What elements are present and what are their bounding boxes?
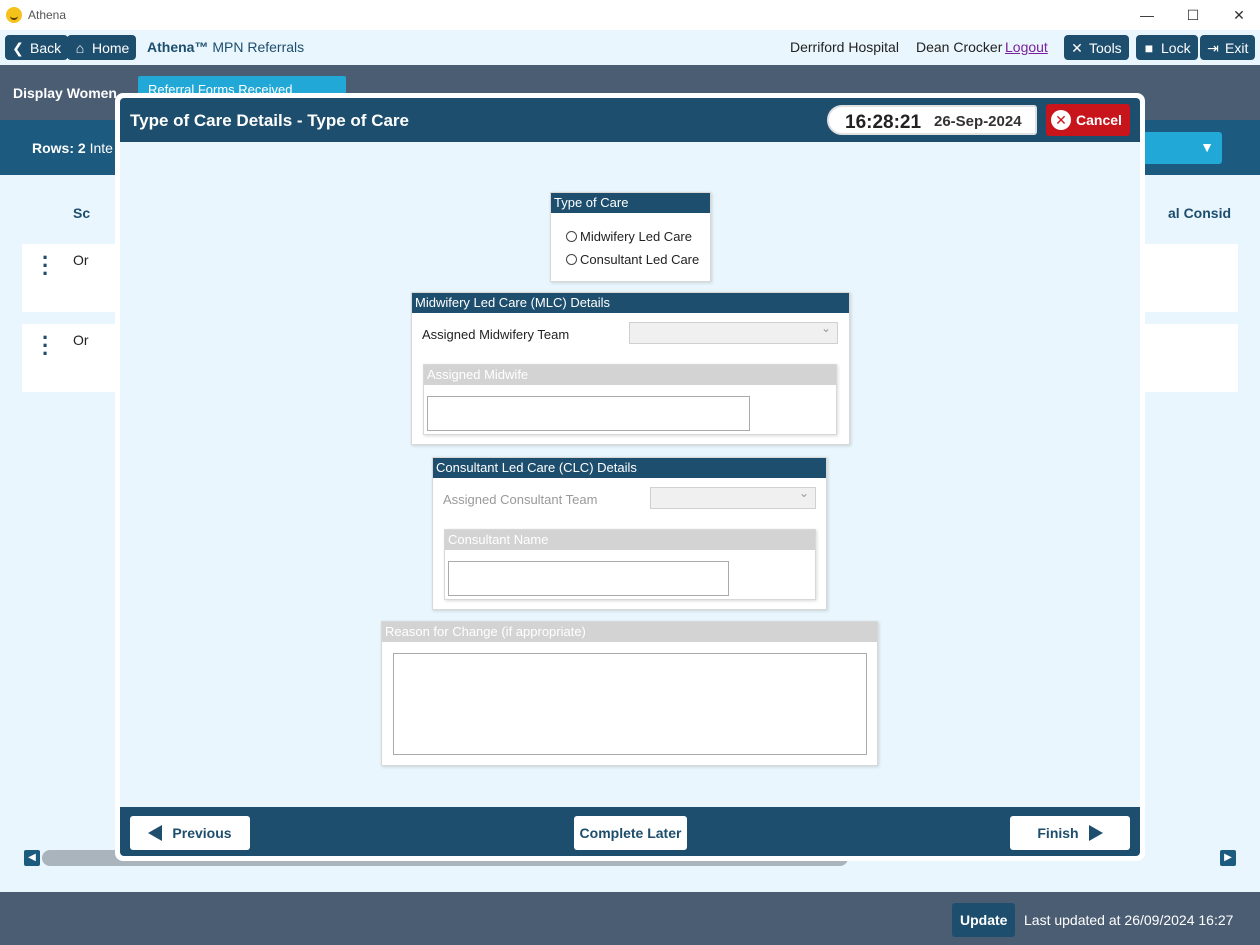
window-title: Athena <box>28 8 67 22</box>
midwifery-team-select[interactable] <box>629 321 838 344</box>
scroll-left-icon[interactable]: ◀ <box>24 850 40 866</box>
finish-label: Finish <box>1037 825 1079 841</box>
background-dropdown-right[interactable] <box>1140 132 1222 164</box>
consultant-name-panel: Consultant Name <box>444 529 816 600</box>
tools-button[interactable]: ✕ Tools <box>1064 35 1129 60</box>
midwifery-team-label: Assigned Midwifery Team <box>422 327 570 342</box>
kebab-menu-icon[interactable]: · · · <box>42 247 49 285</box>
exit-button[interactable]: ⇥ Exit <box>1200 35 1256 60</box>
arrow-left-icon <box>148 825 163 841</box>
athena-logo-icon <box>6 7 22 23</box>
mlc-details-panel: Midwifery Led Care (MLC) Details Assigne… <box>411 292 850 445</box>
minimize-icon[interactable]: — <box>1136 4 1158 26</box>
assigned-midwife-panel: Assigned Midwife <box>423 364 837 435</box>
exit-label: Exit <box>1225 39 1249 56</box>
radio-circle-icon <box>566 254 577 265</box>
dialog-header: Type of Care Details - Type of Care 16:2… <box>120 98 1140 142</box>
clock-date: 26-Sep-2024 <box>934 113 1022 130</box>
back-button[interactable]: ❮ Back <box>5 35 69 60</box>
reason-for-change-textarea[interactable] <box>393 653 867 755</box>
radio-label: Consultant Led Care <box>580 252 700 267</box>
exit-icon: ⇥ <box>1207 39 1219 56</box>
background-footer: Update Last updated at 26/09/2024 16:27 <box>0 892 1260 945</box>
consultant-name-heading: Consultant Name <box>445 530 815 550</box>
midwifery-led-care-radio[interactable]: Midwifery Led Care <box>566 229 692 244</box>
arrow-right-icon <box>1088 825 1103 841</box>
window-title-bar: Athena — ☐ ✕ <box>0 0 1260 30</box>
rows-suffix: Inte <box>89 140 113 156</box>
kebab-menu-icon[interactable]: · · · <box>42 327 49 365</box>
clock-display: 16:28:21 26-Sep-2024 <box>827 105 1037 135</box>
back-label: Back <box>30 39 62 56</box>
logout-link[interactable]: Logout <box>1005 39 1048 55</box>
app-module: MPN Referrals <box>212 39 305 55</box>
consultant-team-select[interactable] <box>650 486 816 509</box>
type-of-care-heading: Type of Care <box>551 193 710 213</box>
radio-circle-icon <box>566 231 577 242</box>
finish-button[interactable]: Finish <box>1010 816 1130 850</box>
home-icon: ⌂ <box>75 39 85 56</box>
update-button[interactable]: Update <box>952 903 1016 937</box>
radio-label: Midwifery Led Care <box>580 229 692 244</box>
mlc-details-heading: Midwifery Led Care (MLC) Details <box>412 293 849 313</box>
home-button[interactable]: ⌂ Home <box>67 35 137 60</box>
consultant-led-care-radio[interactable]: Consultant Led Care <box>566 252 699 267</box>
tools-label: Tools <box>1089 39 1122 56</box>
consultant-team-label: Assigned Consultant Team <box>443 492 598 507</box>
assigned-midwife-heading: Assigned Midwife <box>424 365 836 385</box>
type-of-care-panel: Type of Care Midwifery Led Care Consulta… <box>550 192 711 282</box>
reason-for-change-panel: Reason for Change (if appropriate) <box>381 621 878 766</box>
clc-details-heading: Consultant Led Care (CLC) Details <box>433 458 826 478</box>
cancel-label: Cancel <box>1076 112 1122 128</box>
hospital-name: Derriford Hospital <box>790 39 899 55</box>
lock-label: Lock <box>1161 39 1191 56</box>
close-window-icon[interactable]: ✕ <box>1228 4 1250 26</box>
app-name: Athena™ MPN Referrals <box>147 39 304 55</box>
tools-icon: ✕ <box>1071 39 1083 56</box>
type-of-care-dialog: Type of Care Details - Type of Care 16:2… <box>115 93 1145 861</box>
maximize-icon[interactable]: ☐ <box>1182 4 1204 26</box>
rows-label: Rows: 2 <box>32 140 86 156</box>
assigned-midwife-field[interactable] <box>427 396 750 431</box>
list-item-text: Or <box>73 332 89 348</box>
dialog-footer: Previous Complete Later Finish <box>120 807 1140 856</box>
home-label: Home <box>92 39 130 56</box>
clc-details-panel: Consultant Led Care (CLC) Details Assign… <box>432 457 827 610</box>
column-header-right: al Consid <box>1168 205 1232 221</box>
previous-label: Previous <box>172 825 232 841</box>
app-brand: Athena™ <box>147 39 209 55</box>
cancel-button[interactable]: ✕ Cancel <box>1046 104 1130 136</box>
user-name: Dean Crocker <box>916 39 1003 55</box>
last-updated-text: Last updated at 26/09/2024 16:27 <box>1024 912 1234 928</box>
display-women-label: Display Women... <box>13 85 129 101</box>
complete-later-button[interactable]: Complete Later <box>574 816 687 850</box>
reason-for-change-heading: Reason for Change (if appropriate) <box>382 622 877 642</box>
cancel-icon: ✕ <box>1051 110 1071 130</box>
column-header-left: Sc <box>73 205 91 221</box>
complete-later-label: Complete Later <box>579 825 682 841</box>
lock-button[interactable]: ■ Lock <box>1136 35 1198 60</box>
dialog-body: Type of Care Details - Type of Care 16:2… <box>120 98 1140 856</box>
previous-button[interactable]: Previous <box>130 816 250 850</box>
list-item-text: Or <box>73 252 89 268</box>
chevron-left-icon: ❮ <box>12 39 24 56</box>
lock-icon: ■ <box>1144 39 1154 56</box>
scroll-right-icon[interactable]: ▶ <box>1220 850 1236 866</box>
clock-time: 16:28:21 <box>845 112 922 133</box>
dialog-title: Type of Care Details - Type of Care <box>130 111 409 130</box>
rows-count: Rows: 2 Inte <box>32 140 113 156</box>
consultant-name-field[interactable] <box>448 561 729 596</box>
